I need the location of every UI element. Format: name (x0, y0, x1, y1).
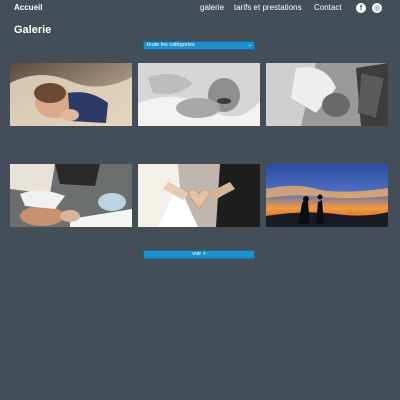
couple-with-baby-image (266, 63, 388, 126)
sunset-couple-silhouette-photo[interactable] (266, 164, 388, 227)
load-more-button[interactable]: voir + (143, 250, 255, 259)
chevron-down-icon: ⌄ (247, 42, 252, 48)
photo-gallery (10, 63, 388, 245)
smiling-baby-bw-photo[interactable] (138, 63, 260, 126)
category-select[interactable]: toute les catégories ⌄ (143, 41, 255, 50)
wedding-heart-hands-photo[interactable] (138, 164, 260, 227)
wedding-heart-hands-image (138, 164, 260, 227)
couple-with-baby-bw-photo[interactable] (266, 63, 388, 126)
facebook-icon[interactable]: f (356, 3, 366, 13)
instagram-icon[interactable]: ◎ (372, 3, 382, 13)
nav-link-contact[interactable]: Contact (314, 3, 342, 12)
baptism-ceremony-image (10, 164, 132, 227)
top-navbar: Accueil galerie tarifs et prestations Co… (0, 0, 400, 16)
nav-link-galerie[interactable]: galerie (200, 3, 224, 12)
baptism-ceremony-photo[interactable] (10, 164, 132, 227)
nav-link-tarifs[interactable]: tarifs et prestations (234, 3, 302, 12)
sleeping-baby-photo[interactable] (10, 63, 132, 126)
home-link[interactable]: Accueil (14, 3, 42, 12)
page-title: Galerie (14, 24, 52, 36)
smiling-baby-image (138, 63, 260, 126)
category-select-value: toute les catégories (147, 42, 195, 48)
sleeping-baby-image (10, 63, 132, 126)
sunset-couple-image (266, 164, 388, 227)
